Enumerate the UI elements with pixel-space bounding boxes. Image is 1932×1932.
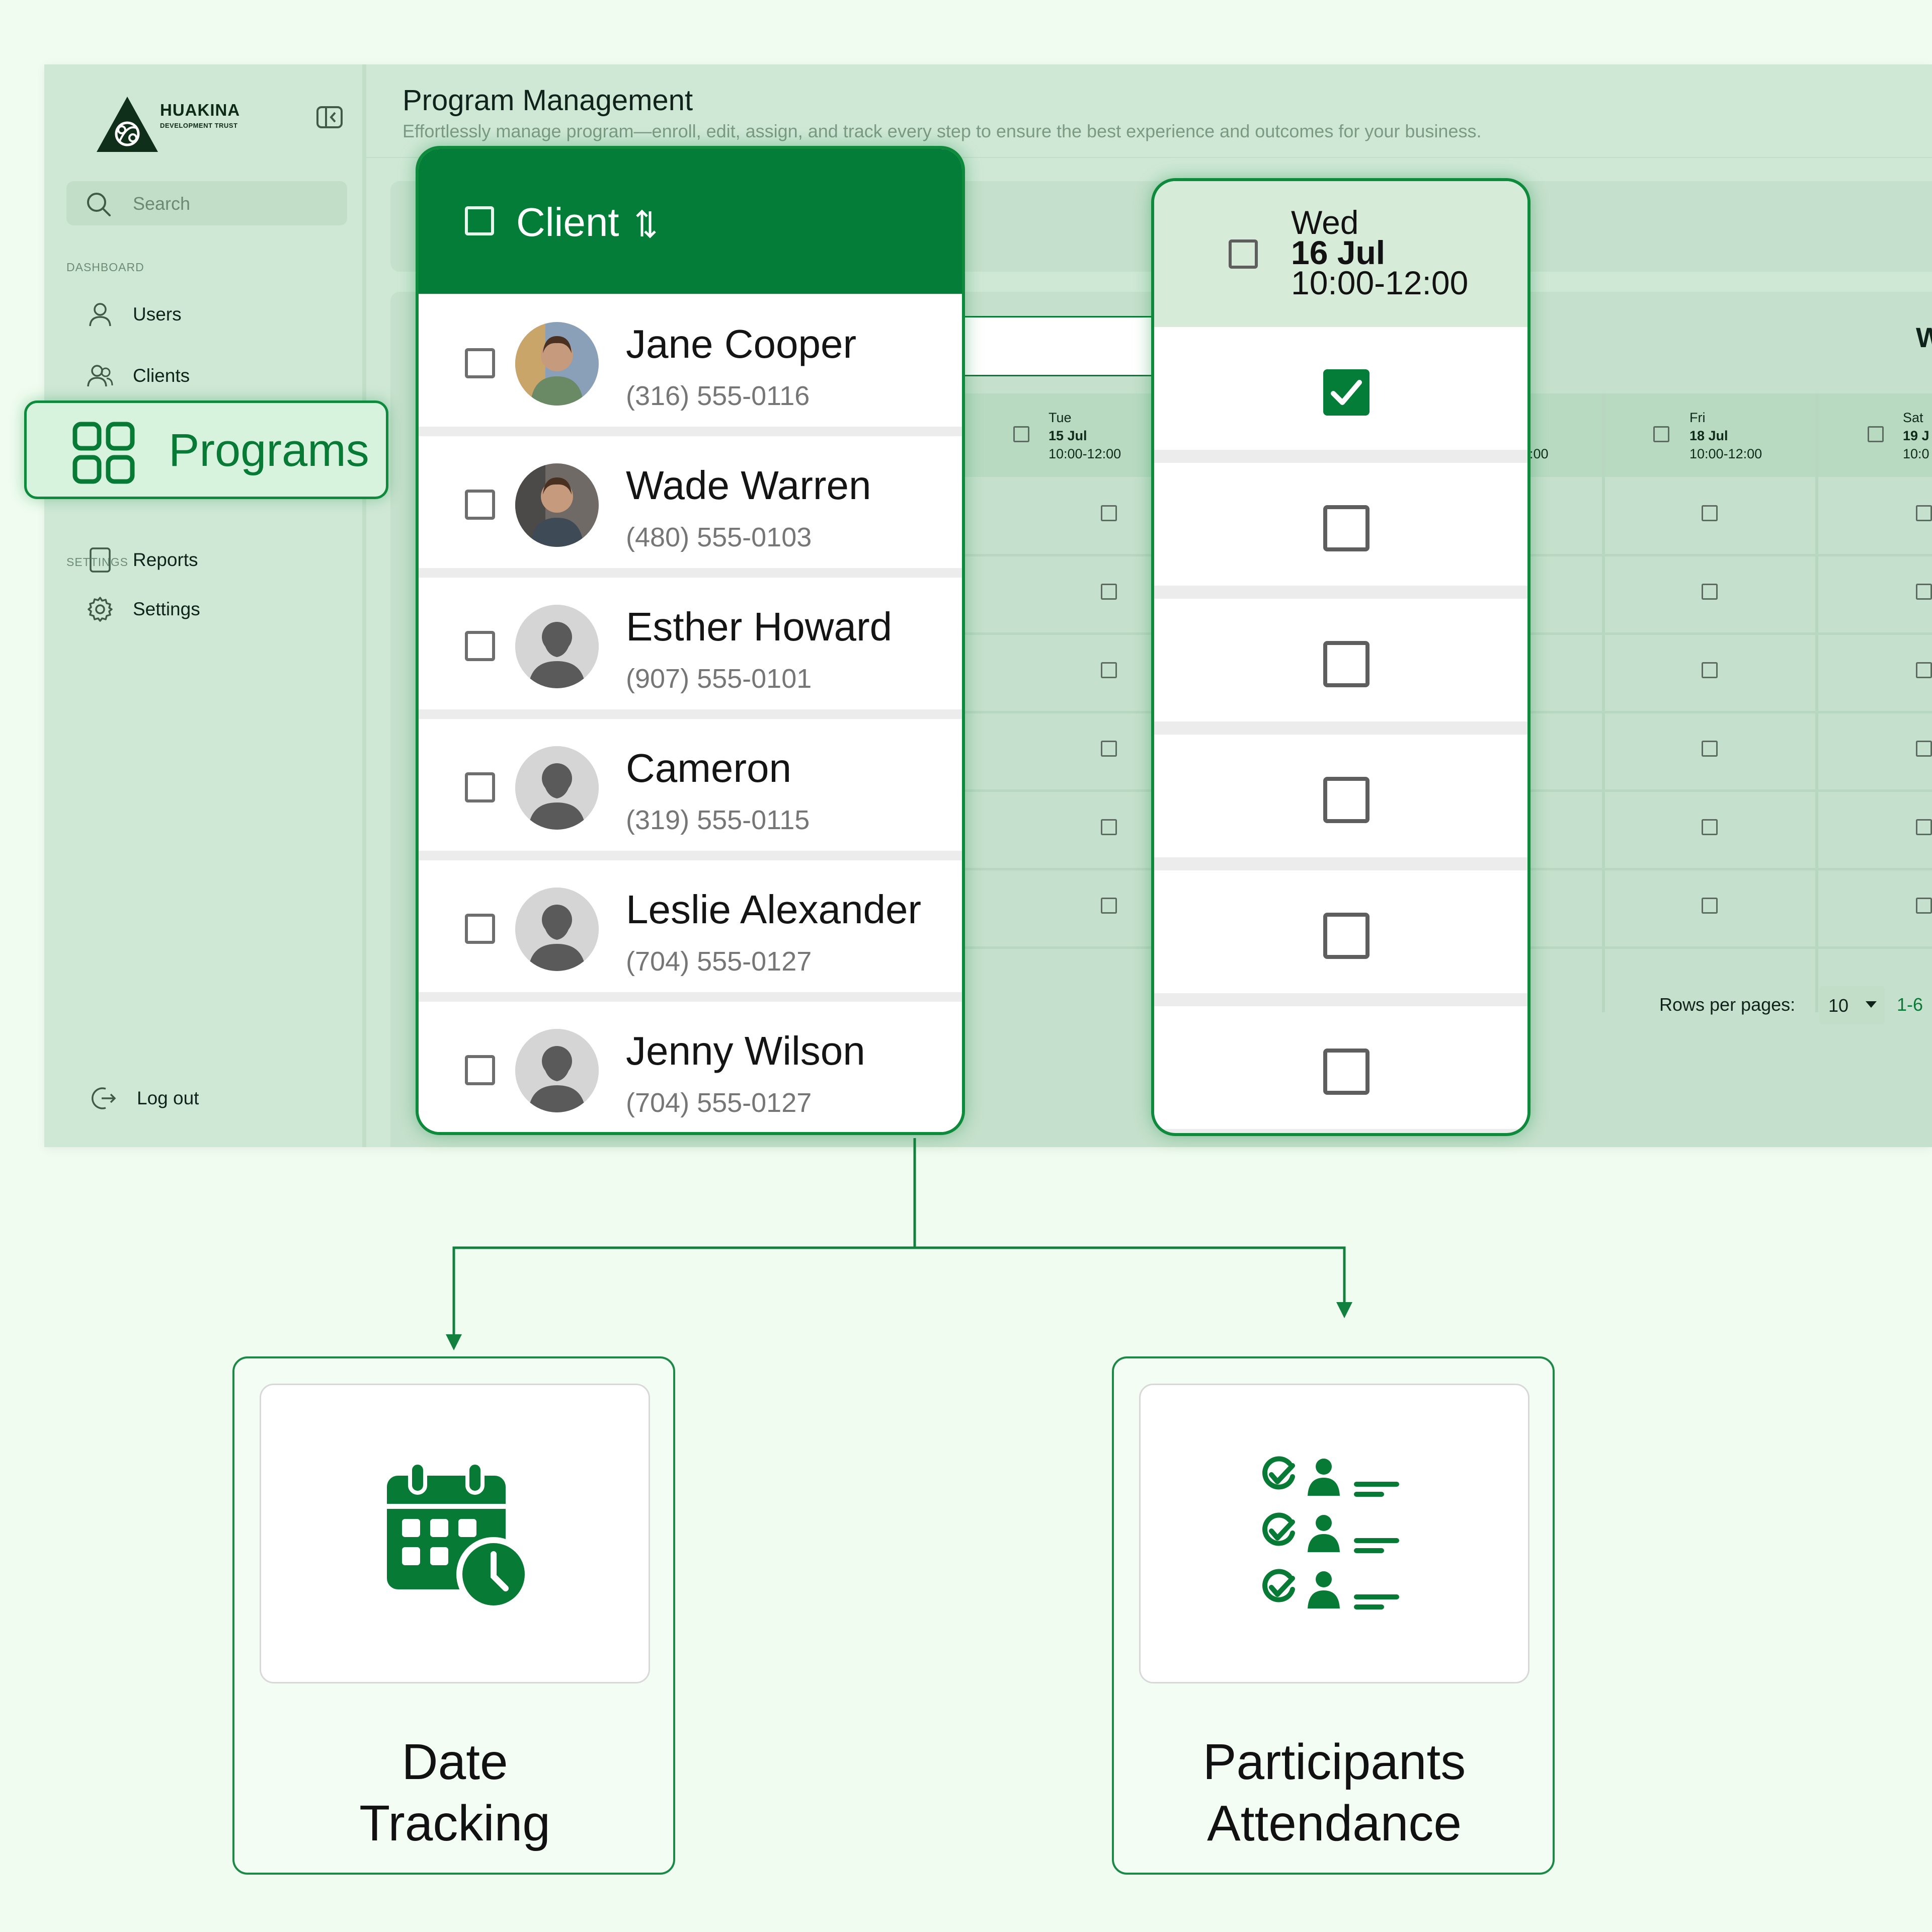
client-row[interactable]: Jane Cooper (316) 555-0116 — [419, 295, 962, 427]
attendance-entry — [1262, 1569, 1399, 1609]
client-name: Jenny Wilson — [626, 1028, 865, 1073]
client-checkbox[interactable] — [465, 1055, 495, 1085]
attendance-list-icon — [1262, 1456, 1399, 1609]
feature-title-line: Tracking — [359, 1795, 550, 1852]
client-phone: (907) 555-0101 — [626, 664, 812, 694]
client-row[interactable]: Esther Howard (907) 555-0101 — [419, 578, 962, 709]
client-checkbox[interactable] — [465, 490, 495, 520]
feature-icon-panel — [1139, 1384, 1530, 1683]
client-name: Wade Warren — [626, 463, 871, 508]
calendar-clock-icon — [387, 1461, 531, 1612]
attendance-row — [1154, 327, 1527, 450]
select-all-checkbox[interactable] — [465, 206, 494, 235]
attendance-row — [1154, 599, 1527, 721]
check-icon — [1331, 380, 1362, 405]
client-phone: (480) 555-0103 — [626, 522, 812, 552]
attendance-checkbox[interactable] — [1323, 777, 1370, 823]
day-attendance-card: Wed 16 Jul 10:00-12:00 — [1151, 178, 1531, 1136]
day-time: 10:00-12:00 — [1291, 264, 1469, 301]
client-row[interactable]: Wade Warren (480) 555-0103 — [419, 436, 962, 568]
avatar — [515, 1029, 599, 1112]
attendance-checkbox[interactable] — [1323, 505, 1370, 551]
avatar — [515, 463, 599, 547]
client-phone: (704) 555-0127 — [626, 946, 812, 977]
attendance-row — [1154, 1006, 1527, 1129]
attendance-row — [1154, 735, 1527, 857]
client-checkbox[interactable] — [465, 348, 495, 378]
attendance-entry — [1262, 1512, 1399, 1553]
client-phone: (319) 555-0115 — [626, 805, 810, 835]
client-name: Jane Cooper — [626, 321, 857, 366]
day-select-checkbox[interactable] — [1229, 239, 1258, 269]
client-name: Cameron — [626, 746, 792, 790]
feature-card-date-tracking: Date Tracking — [232, 1356, 675, 1875]
client-phone: (704) 555-0127 — [626, 1088, 812, 1118]
feature-title-line: Attendance — [1207, 1795, 1462, 1852]
feature-icon-panel — [260, 1384, 650, 1683]
client-list-card: Client Jane Cooper (316) 555-0116 Wade War… — [416, 146, 965, 1135]
feature-title-line: Participants — [1202, 1734, 1466, 1790]
attendance-row — [1154, 870, 1527, 993]
day-card-header: Wed 16 Jul 10:00-12:00 — [1154, 181, 1527, 327]
attendance-entry — [1262, 1456, 1399, 1497]
client-header-label: Client — [516, 200, 619, 245]
attendance-checkbox[interactable] — [1323, 369, 1370, 416]
attendance-checkbox[interactable] — [1323, 641, 1370, 687]
client-row[interactable]: Cameron (319) 555-0115 — [419, 719, 962, 851]
client-name: Esther Howard — [626, 604, 893, 649]
avatar — [515, 888, 599, 971]
sort-icon[interactable] — [635, 208, 657, 239]
feature-card-participants-attendance: Participants Attendance — [1112, 1356, 1555, 1875]
client-checkbox[interactable] — [465, 772, 495, 802]
client-row[interactable]: Jenny Wilson (704) 555-0127 — [419, 1002, 962, 1132]
avatar — [515, 746, 599, 830]
client-checkbox[interactable] — [465, 631, 495, 661]
client-row[interactable]: Leslie Alexander (704) 555-0127 — [419, 860, 962, 992]
client-checkbox[interactable] — [465, 914, 495, 944]
attendance-checkbox[interactable] — [1323, 913, 1370, 959]
client-name: Leslie Alexander — [626, 887, 922, 932]
client-card-header: Client — [419, 149, 962, 294]
attendance-checkbox[interactable] — [1323, 1049, 1370, 1095]
attendance-row — [1154, 463, 1527, 586]
avatar — [515, 605, 599, 688]
feature-title-line: Date — [401, 1734, 508, 1790]
avatar — [515, 322, 599, 406]
client-phone: (316) 555-0116 — [626, 381, 810, 411]
